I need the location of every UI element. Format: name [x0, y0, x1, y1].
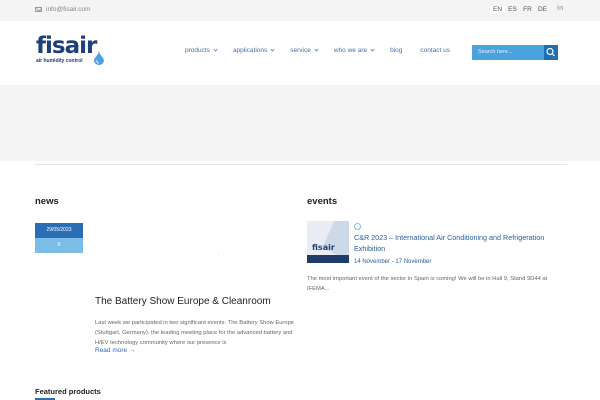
- top-bar: info@fisair.com EN ES FR DE in: [0, 0, 600, 21]
- featured-products-heading: Featured products: [35, 387, 101, 396]
- nav-service-label: service: [290, 47, 311, 54]
- logo[interactable]: fisair air humidity control: [36, 33, 97, 65]
- arrow-right-icon: →: [128, 347, 136, 354]
- contact-email[interactable]: info@fisair.com: [35, 6, 91, 13]
- lang-en[interactable]: EN: [490, 6, 505, 13]
- nav-contact-us[interactable]: contact us: [420, 47, 450, 54]
- lang-de[interactable]: DE: [535, 6, 550, 13]
- nav-applications[interactable]: applications: [232, 47, 275, 54]
- news-date-badge: 29/05/2023: [35, 223, 83, 238]
- nav-products[interactable]: products: [185, 47, 218, 54]
- logo-wordmark: fisair: [36, 33, 97, 59]
- event-info-icon: [354, 223, 361, 230]
- image-placeholder-dot: ·: [218, 253, 220, 259]
- section-divider: [35, 164, 566, 165]
- main-nav: products applications service who we are…: [185, 47, 450, 54]
- news-title[interactable]: The Battery Show Europe & Cleanroom: [95, 296, 271, 307]
- linkedin-icon[interactable]: in: [557, 5, 563, 12]
- event-description: The most important event of the sector i…: [307, 276, 548, 292]
- chevron-down-icon: [314, 47, 319, 52]
- nav-service[interactable]: service: [290, 47, 319, 54]
- nav-who-we-are-label: who we are: [333, 47, 368, 54]
- event-dates: 14 November - 17 November: [354, 259, 432, 265]
- nav-who-we-are[interactable]: who we are: [333, 47, 375, 54]
- nav-blog[interactable]: blog: [390, 47, 402, 54]
- read-more-link[interactable]: Read more →: [95, 347, 135, 354]
- nav-blog-label: blog: [390, 47, 403, 54]
- hero-banner: [0, 85, 600, 161]
- event-thumbnail[interactable]: fisair: [307, 221, 349, 263]
- event-title[interactable]: C&R 2023 – International Air Conditionin…: [354, 232, 564, 254]
- chevron-down-icon: [270, 47, 275, 52]
- thumbnail-strip: [307, 255, 349, 263]
- news-excerpt: Last week we participated in two signifi…: [95, 320, 295, 346]
- nav-products-label: products: [185, 47, 210, 54]
- search-icon: [546, 47, 555, 57]
- chevron-down-icon: [213, 47, 218, 52]
- news-heading: news: [35, 196, 59, 207]
- envelope-icon: [35, 7, 42, 12]
- search-input[interactable]: Search here...: [472, 45, 544, 60]
- lang-fr[interactable]: FR: [520, 6, 535, 13]
- search-button[interactable]: [544, 45, 558, 60]
- events-heading: events: [307, 196, 338, 207]
- read-more-label: Read more: [95, 347, 128, 354]
- thumbnail-logo: fisair: [312, 243, 335, 252]
- language-switcher: EN ES FR DE: [490, 6, 550, 13]
- news-comment-count[interactable]: 0: [35, 238, 83, 253]
- lang-es[interactable]: ES: [505, 6, 520, 13]
- water-drop-icon: [94, 51, 104, 65]
- chevron-down-icon: [370, 47, 375, 52]
- site-header: fisair air humidity control products app…: [0, 21, 600, 85]
- email-text[interactable]: info@fisair.com: [46, 6, 91, 13]
- nav-applications-label: applications: [232, 47, 268, 54]
- nav-contact-us-label: contact us: [420, 47, 451, 54]
